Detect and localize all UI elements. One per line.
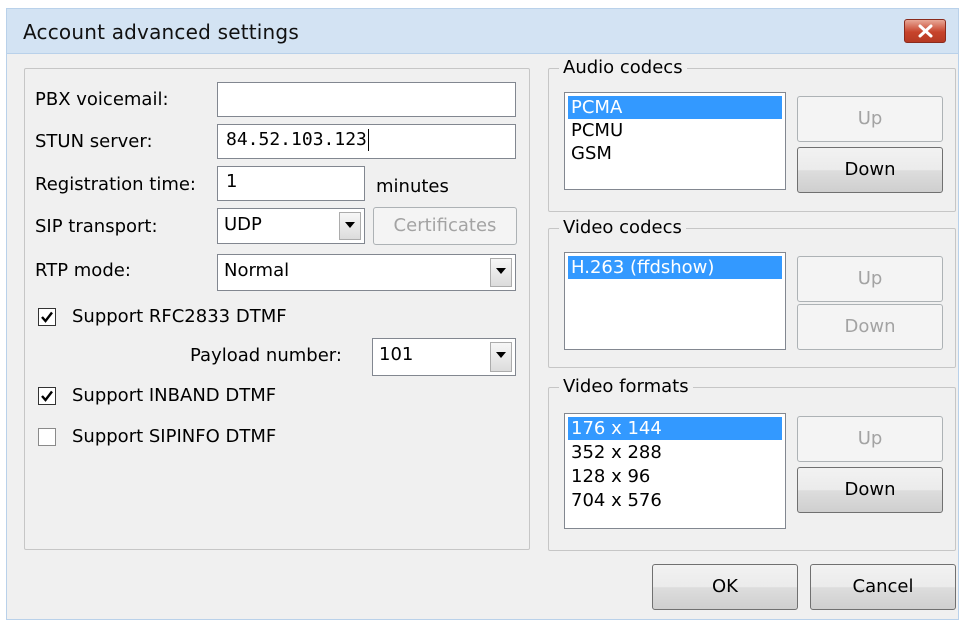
chevron-down-icon (496, 268, 506, 274)
video-codecs-up-button[interactable]: Up (797, 256, 943, 302)
checkmark-icon (41, 390, 53, 402)
payload-number-value: 101 (379, 344, 414, 365)
video-codec-item[interactable]: H.263 (ffdshow) (568, 256, 782, 279)
rtp-mode-label: RTP mode: (35, 260, 131, 281)
rtp-mode-value: Normal (224, 260, 290, 281)
title-bar: Account advanced settings (6, 8, 959, 54)
rtp-mode-dropdown-button[interactable] (490, 258, 512, 287)
payload-number-label: Payload number: (190, 345, 342, 366)
chevron-down-icon (345, 222, 355, 228)
cancel-button[interactable]: Cancel (810, 564, 956, 610)
close-icon (918, 24, 933, 38)
stun-server-input[interactable]: 84.52.103.123 (217, 124, 516, 159)
rfc2833-label[interactable]: Support RFC2833 DTMF (72, 306, 287, 327)
payload-dropdown-button[interactable] (490, 342, 512, 372)
ok-button[interactable]: OK (652, 564, 798, 610)
audio-codec-item[interactable]: GSM (568, 142, 782, 165)
video-formats-list[interactable]: 176 x 144 352 x 288 128 x 96 704 x 576 (564, 413, 786, 529)
video-codecs-down-button[interactable]: Down (797, 304, 943, 350)
chevron-down-icon (496, 352, 506, 358)
video-formats-down-button[interactable]: Down (797, 467, 943, 513)
video-formats-title: Video formats (559, 374, 693, 400)
rtp-mode-select[interactable]: Normal (217, 254, 516, 291)
sipinfo-checkbox[interactable] (38, 428, 56, 446)
sipinfo-label[interactable]: Support SIPINFO DTMF (72, 426, 276, 447)
payload-number-select[interactable]: 101 (372, 338, 516, 376)
stun-server-value: 84.52.103.123 (226, 129, 367, 150)
audio-codecs-title: Audio codecs (559, 55, 687, 81)
audio-up-button[interactable]: Up (797, 96, 943, 142)
video-codecs-list[interactable]: H.263 (ffdshow) (564, 252, 786, 350)
checkmark-icon (41, 311, 53, 323)
video-codecs-title: Video codecs (559, 215, 686, 241)
video-format-item[interactable]: 176 x 144 (568, 417, 782, 440)
pbx-voicemail-input[interactable] (217, 82, 516, 117)
inband-label[interactable]: Support INBAND DTMF (72, 385, 276, 406)
sip-transport-label: SIP transport: (35, 216, 158, 237)
registration-time-label: Registration time: (35, 174, 196, 195)
close-button[interactable] (904, 19, 946, 43)
video-format-item[interactable]: 352 x 288 (568, 441, 782, 464)
registration-time-input[interactable]: 1 (217, 166, 365, 201)
video-format-item[interactable]: 128 x 96 (568, 465, 782, 488)
window-title: Account advanced settings (23, 20, 299, 44)
text-cursor (367, 129, 369, 151)
video-formats-up-button[interactable]: Up (797, 416, 943, 462)
pbx-voicemail-label: PBX voicemail: (35, 89, 169, 110)
sip-transport-dropdown-button[interactable] (339, 212, 361, 240)
audio-down-button[interactable]: Down (797, 147, 943, 193)
audio-codecs-list[interactable]: PCMA PCMU GSM (564, 92, 786, 190)
sip-transport-select[interactable]: UDP (217, 208, 365, 244)
inband-checkbox[interactable] (38, 387, 56, 405)
registration-time-unit: minutes (376, 176, 449, 197)
video-format-item[interactable]: 704 x 576 (568, 489, 782, 512)
sip-transport-value: UDP (224, 214, 262, 235)
rfc2833-checkbox[interactable] (38, 308, 56, 326)
stun-server-label: STUN server: (35, 131, 153, 152)
audio-codec-item[interactable]: PCMU (568, 119, 782, 142)
audio-codec-item[interactable]: PCMA (568, 96, 782, 119)
certificates-button[interactable]: Certificates (373, 207, 517, 245)
